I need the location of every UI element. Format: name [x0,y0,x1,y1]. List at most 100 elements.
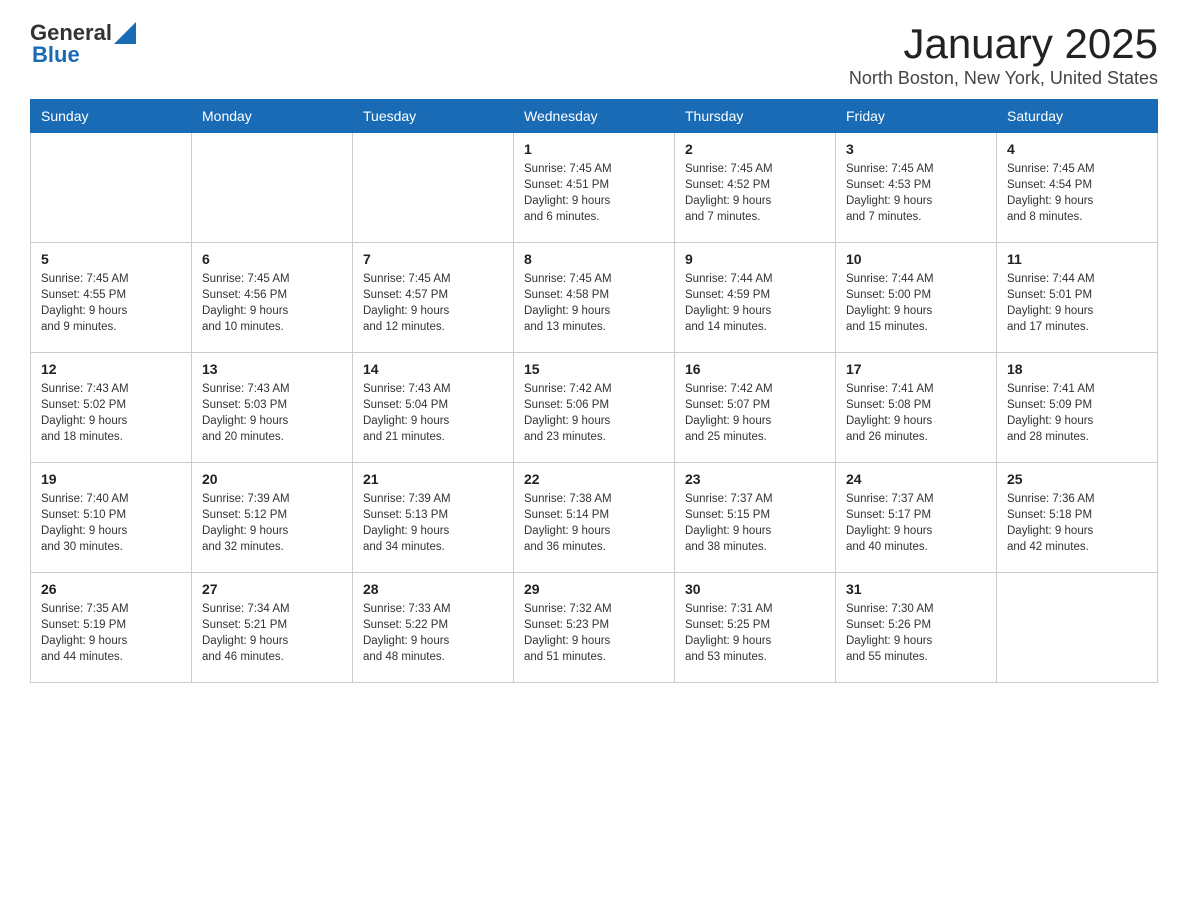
day-number: 20 [202,471,342,487]
calendar-cell: 10Sunrise: 7:44 AM Sunset: 5:00 PM Dayli… [836,243,997,353]
day-header-sunday: Sunday [31,100,192,133]
day-info: Sunrise: 7:43 AM Sunset: 5:04 PM Dayligh… [363,383,451,443]
day-info: Sunrise: 7:45 AM Sunset: 4:52 PM Dayligh… [685,163,773,223]
day-number: 25 [1007,471,1147,487]
calendar-cell: 14 Sunrise: 7:43 AM Sunset: 5:04 PM Dayli… [353,353,514,463]
day-info: Sunrise: 7:45 AM Sunset: 4:53 PM Dayligh… [846,163,934,223]
calendar-cell: 15 Sunrise: 7:42 AM Sunset: 5:06 PM Dayli… [514,353,675,463]
title-section: January 2025 North Boston, New York, Uni… [849,20,1158,89]
day-number: 22 [524,471,664,487]
day-number: 11 [1007,251,1147,267]
day-number: 24 [846,471,986,487]
day-number: 1 [524,141,664,157]
day-info: Sunrise: 7:31 AM Sunset: 5:25 PM Dayligh… [685,603,773,663]
main-title: January 2025 [849,20,1158,68]
calendar-cell [353,133,514,243]
calendar-cell: 20 Sunrise: 7:39 AM Sunset: 5:12 PM Dayli… [192,463,353,573]
calendar-cell: 26 Sunrise: 7:35 AM Sunset: 5:19 PM Dayli… [31,573,192,683]
calendar-table: SundayMondayTuesdayWednesdayThursdayFrid… [30,99,1158,683]
calendar-cell: 17Sunrise: 7:41 AM Sunset: 5:08 PM Dayli… [836,353,997,463]
day-number: 23 [685,471,825,487]
day-info: Sunrise: 7:42 AM Sunset: 5:06 PM Dayligh… [524,383,612,443]
day-number: 7 [363,251,503,267]
logo: General Blue [30,20,136,68]
day-number: 30 [685,581,825,597]
calendar-cell: 12 Sunrise: 7:43 AM Sunset: 5:02 PM Dayli… [31,353,192,463]
calendar-cell: 19Sunrise: 7:40 AM Sunset: 5:10 PM Dayli… [31,463,192,573]
calendar-cell: 5Sunrise: 7:45 AM Sunset: 4:55 PM Daylig… [31,243,192,353]
day-number: 28 [363,581,503,597]
calendar-cell: 7 Sunrise: 7:45 AM Sunset: 4:57 PM Daylig… [353,243,514,353]
day-number: 3 [846,141,986,157]
day-info: Sunrise: 7:43 AM Sunset: 5:03 PM Dayligh… [202,383,290,443]
day-number: 8 [524,251,664,267]
day-number: 26 [41,581,181,597]
calendar-cell [997,573,1158,683]
calendar-cell: 2 Sunrise: 7:45 AM Sunset: 4:52 PM Daylig… [675,133,836,243]
day-info: Sunrise: 7:37 AM Sunset: 5:17 PM Dayligh… [846,493,934,553]
day-info: Sunrise: 7:45 AM Sunset: 4:57 PM Dayligh… [363,273,451,333]
day-info: Sunrise: 7:39 AM Sunset: 5:13 PM Dayligh… [363,493,451,553]
calendar-cell: 24 Sunrise: 7:37 AM Sunset: 5:17 PM Dayli… [836,463,997,573]
day-number: 16 [685,361,825,377]
day-number: 18 [1007,361,1147,377]
day-info: Sunrise: 7:33 AM Sunset: 5:22 PM Dayligh… [363,603,451,663]
day-header-wednesday: Wednesday [514,100,675,133]
calendar-cell [31,133,192,243]
calendar-cell: 27 Sunrise: 7:34 AM Sunset: 5:21 PM Dayli… [192,573,353,683]
day-info: Sunrise: 7:39 AM Sunset: 5:12 PM Dayligh… [202,493,290,553]
day-info: Sunrise: 7:37 AM Sunset: 5:15 PM Dayligh… [685,493,773,553]
day-number: 27 [202,581,342,597]
day-header-tuesday: Tuesday [353,100,514,133]
day-number: 9 [685,251,825,267]
day-info: Sunrise: 7:38 AM Sunset: 5:14 PM Dayligh… [524,493,612,553]
day-info: Sunrise: 7:35 AM Sunset: 5:19 PM Dayligh… [41,603,129,663]
logo-text-blue: Blue [32,42,80,68]
day-number: 14 [363,361,503,377]
day-info: Sunrise: 7:44 AM Sunset: 5:01 PM Dayligh… [1007,273,1095,333]
calendar-cell: 6 Sunrise: 7:45 AM Sunset: 4:56 PM Daylig… [192,243,353,353]
day-header-monday: Monday [192,100,353,133]
calendar-cell: 13 Sunrise: 7:43 AM Sunset: 5:03 PM Dayli… [192,353,353,463]
day-info: Sunrise: 7:44 AM Sunset: 5:00 PM Dayligh… [846,273,934,333]
calendar-cell [192,133,353,243]
day-number: 21 [363,471,503,487]
calendar-cell: 11 Sunrise: 7:44 AM Sunset: 5:01 PM Dayli… [997,243,1158,353]
day-info: Sunrise: 7:36 AM Sunset: 5:18 PM Dayligh… [1007,493,1095,553]
day-info: Sunrise: 7:45 AM Sunset: 4:51 PM Dayligh… [524,163,612,223]
calendar-cell: 21 Sunrise: 7:39 AM Sunset: 5:13 PM Dayli… [353,463,514,573]
day-info: Sunrise: 7:41 AM Sunset: 5:09 PM Dayligh… [1007,383,1095,443]
day-number: 12 [41,361,181,377]
day-number: 2 [685,141,825,157]
calendar-cell: 3 Sunrise: 7:45 AM Sunset: 4:53 PM Daylig… [836,133,997,243]
day-number: 15 [524,361,664,377]
calendar-cell: 30 Sunrise: 7:31 AM Sunset: 5:25 PM Dayli… [675,573,836,683]
day-number: 5 [41,251,181,267]
day-header-friday: Friday [836,100,997,133]
day-info: Sunrise: 7:43 AM Sunset: 5:02 PM Dayligh… [41,383,129,443]
calendar-cell: 28 Sunrise: 7:33 AM Sunset: 5:22 PM Dayli… [353,573,514,683]
day-number: 19 [41,471,181,487]
day-info: Sunrise: 7:34 AM Sunset: 5:21 PM Dayligh… [202,603,290,663]
day-number: 6 [202,251,342,267]
day-number: 13 [202,361,342,377]
calendar-cell: 25 Sunrise: 7:36 AM Sunset: 5:18 PM Dayli… [997,463,1158,573]
calendar-week-row: 19Sunrise: 7:40 AM Sunset: 5:10 PM Dayli… [31,463,1158,573]
day-number: 29 [524,581,664,597]
calendar-cell: 22 Sunrise: 7:38 AM Sunset: 5:14 PM Dayli… [514,463,675,573]
calendar-cell: 8Sunrise: 7:45 AM Sunset: 4:58 PM Daylig… [514,243,675,353]
calendar-week-row: 1 Sunrise: 7:45 AM Sunset: 4:51 PM Daylig… [31,133,1158,243]
calendar-cell: 9Sunrise: 7:44 AM Sunset: 4:59 PM Daylig… [675,243,836,353]
calendar-cell: 16 Sunrise: 7:42 AM Sunset: 5:07 PM Dayli… [675,353,836,463]
day-info: Sunrise: 7:42 AM Sunset: 5:07 PM Dayligh… [685,383,773,443]
calendar-header-row: SundayMondayTuesdayWednesdayThursdayFrid… [31,100,1158,133]
calendar-cell: 18 Sunrise: 7:41 AM Sunset: 5:09 PM Dayli… [997,353,1158,463]
calendar-cell: 23 Sunrise: 7:37 AM Sunset: 5:15 PM Dayli… [675,463,836,573]
day-number: 31 [846,581,986,597]
day-info: Sunrise: 7:45 AM Sunset: 4:56 PM Dayligh… [202,273,290,333]
calendar-cell: 1 Sunrise: 7:45 AM Sunset: 4:51 PM Daylig… [514,133,675,243]
logo-triangle-icon [114,22,136,44]
calendar-cell: 4Sunrise: 7:45 AM Sunset: 4:54 PM Daylig… [997,133,1158,243]
calendar-cell: 31Sunrise: 7:30 AM Sunset: 5:26 PM Dayli… [836,573,997,683]
calendar-cell: 29Sunrise: 7:32 AM Sunset: 5:23 PM Dayli… [514,573,675,683]
